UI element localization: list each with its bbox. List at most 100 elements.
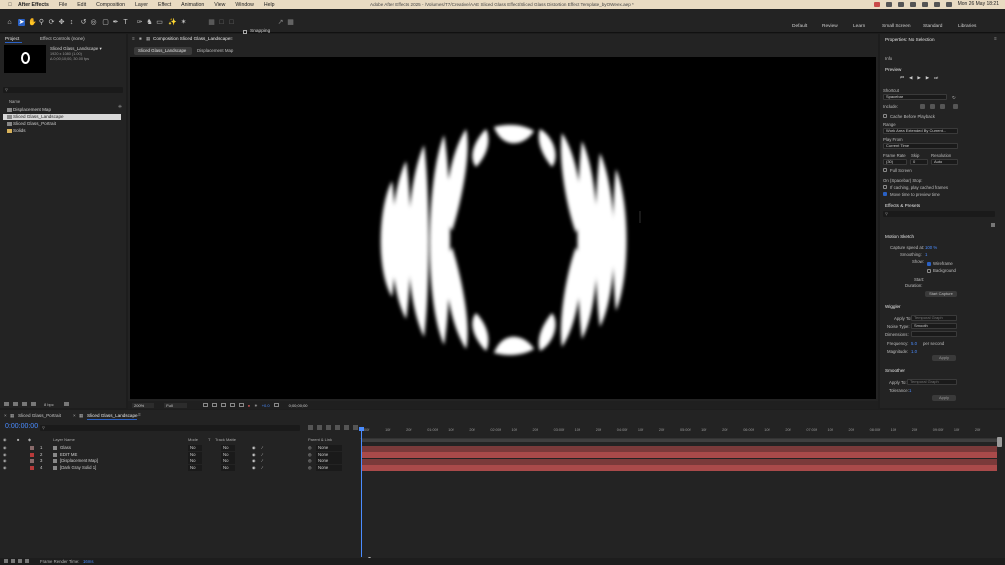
trash-icon[interactable]: [63, 402, 69, 406]
dimensions-dropdown[interactable]: [911, 331, 957, 337]
menu-layer[interactable]: Layer: [135, 2, 148, 8]
shy-switch-icon[interactable]: ◉: [252, 458, 256, 464]
layer-name[interactable]: EDIT ME: [60, 452, 77, 458]
track-matte-dropdown[interactable]: No: [221, 445, 235, 451]
workspace-standard[interactable]: Standard: [923, 24, 942, 29]
interpret-footage-icon[interactable]: [4, 402, 9, 406]
layer-name[interactable]: [Displacement Map]: [60, 458, 98, 464]
status-icon[interactable]: [11, 559, 15, 563]
smoother-header[interactable]: Smoother: [885, 368, 905, 373]
motion-blur-icon[interactable]: [344, 425, 349, 430]
channel-icon[interactable]: [238, 403, 244, 407]
axis-icon[interactable]: □: [218, 19, 225, 26]
cloud-icon[interactable]: [885, 1, 892, 7]
guide-options-icon[interactable]: [229, 403, 235, 407]
lock-column-icon[interactable]: ■: [17, 437, 19, 442]
tab-effect-controls[interactable]: Effect Controls (none): [40, 36, 85, 41]
menu-file[interactable]: File: [59, 2, 67, 8]
workspace-learn[interactable]: Learn: [853, 24, 865, 29]
project-item[interactable]: Solids: [3, 128, 121, 134]
parent-dropdown[interactable]: None: [316, 458, 343, 464]
smoother-apply-button[interactable]: Apply: [932, 395, 956, 401]
dolly-tool-icon[interactable]: ↕: [68, 19, 75, 26]
control-center-icon[interactable]: [945, 1, 952, 7]
effects-presets-header[interactable]: Effects & Presets: [885, 203, 920, 208]
play-icon[interactable]: ▶: [917, 75, 920, 81]
first-frame-icon[interactable]: ⏮: [900, 75, 904, 81]
skip-dropdown[interactable]: 0: [910, 159, 928, 165]
world-axis-icon[interactable]: □: [228, 19, 235, 26]
type-tool-icon[interactable]: T: [122, 19, 129, 26]
timeline-tab-landscape[interactable]: Sliced Glass_Landscape: [87, 413, 138, 418]
capture-speed-value[interactable]: 100 %: [925, 245, 937, 250]
status-icon[interactable]: [4, 559, 8, 563]
menu-window[interactable]: Window: [235, 2, 253, 8]
record-icon[interactable]: [873, 1, 880, 7]
track-matte-dropdown[interactable]: No: [221, 464, 235, 471]
visibility-eye-icon[interactable]: ◉: [3, 458, 7, 464]
shy-switch-icon[interactable]: ◉: [252, 465, 256, 471]
smoothing-value[interactable]: 1: [925, 252, 927, 257]
lock-icon[interactable]: ■: [139, 36, 142, 41]
wiggler-header[interactable]: Wiggler: [885, 304, 901, 309]
clone-stamp-tool-icon[interactable]: ♞: [146, 19, 153, 26]
brush-tool-icon[interactable]: ✑: [136, 19, 143, 26]
menu-composition[interactable]: Composition: [96, 2, 125, 8]
menu-effect[interactable]: Effect: [158, 2, 171, 8]
work-area-end-handle[interactable]: [997, 437, 1002, 447]
pickwhip-icon[interactable]: ◎: [308, 465, 312, 471]
range-dropdown[interactable]: Work Area Extended By Current...: [883, 128, 958, 134]
smoother-apply-to-dropdown[interactable]: Temporal Graph: [907, 379, 957, 385]
composition-canvas[interactable]: [130, 57, 876, 399]
puppet-tool-icon[interactable]: ✶: [180, 19, 187, 26]
search-icon[interactable]: [933, 1, 940, 7]
shortcut-dropdown[interactable]: Spacebar: [883, 94, 947, 100]
selection-tool-icon[interactable]: ➤: [18, 19, 25, 26]
preview-header[interactable]: Preview: [885, 67, 901, 72]
previous-frame-icon[interactable]: ◀: [909, 75, 912, 81]
viewer-panel-menu-icon[interactable]: ≡: [230, 36, 233, 41]
wiggler-apply-button[interactable]: Apply: [932, 355, 956, 361]
start-capture-button[interactable]: Start Capture: [925, 291, 957, 297]
play-from-dropdown[interactable]: Current Time: [883, 143, 958, 149]
cache-before-playback-checkbox[interactable]: [883, 114, 887, 118]
fx-switch-icon[interactable]: ∕: [262, 458, 263, 464]
label-color-swatch[interactable]: [30, 452, 34, 457]
timeline-search-input[interactable]: ⚲: [40, 425, 300, 431]
magnification-dropdown[interactable]: 200%: [132, 402, 155, 408]
layer-name[interactable]: [Dark Gray Solid 1]: [60, 465, 96, 471]
info-tab[interactable]: Info: [885, 56, 892, 61]
bit-depth-button[interactable]: 8 bpc: [44, 402, 54, 407]
display-icon[interactable]: [897, 1, 904, 7]
include-audio-icon[interactable]: [930, 104, 935, 109]
label-color-swatch[interactable]: [30, 465, 34, 470]
layer-row[interactable]: ◉ 3 [Displacement Map] No No ◉ ∕ ◎ None: [0, 458, 360, 464]
fx-switch-icon[interactable]: ∕: [262, 465, 263, 471]
new-folder-icon[interactable]: [13, 402, 18, 406]
frame-blending-icon[interactable]: [335, 425, 340, 430]
layer-name-header[interactable]: Layer Name: [53, 437, 75, 442]
color-management-icon[interactable]: ●: [248, 403, 250, 408]
effects-search-input[interactable]: ⚲: [883, 211, 995, 217]
layer-mode-dropdown[interactable]: No: [188, 464, 202, 471]
mask-visibility-icon[interactable]: [220, 403, 226, 407]
menu-edit[interactable]: Edit: [77, 2, 86, 8]
snap-grid-icon[interactable]: ▦: [287, 19, 294, 26]
panel-menu-icon[interactable]: ≡: [994, 36, 997, 41]
motion-sketch-header[interactable]: Motion Sketch: [885, 234, 914, 239]
layer-mode-dropdown[interactable]: No: [188, 458, 202, 464]
region-of-interest-icon[interactable]: [202, 403, 208, 407]
current-time-display[interactable]: 0:00:00:00: [5, 423, 38, 430]
layer-mode-dropdown[interactable]: No: [188, 451, 202, 458]
workspace-libraries[interactable]: Libraries: [958, 24, 976, 29]
transparency-grid-icon[interactable]: [211, 403, 217, 407]
layer-duration-bar[interactable]: [362, 458, 997, 465]
viewer-tab-displacement[interactable]: Displacement Map: [197, 48, 233, 53]
status-icon[interactable]: [18, 559, 22, 563]
timeline-menu-icon[interactable]: ≡: [138, 412, 141, 417]
pan-tool-icon[interactable]: ✥: [58, 19, 65, 26]
project-search-input[interactable]: ⚲: [3, 87, 123, 93]
track-matte-dropdown[interactable]: No: [221, 451, 235, 458]
track-matte-header[interactable]: Track Matte: [215, 437, 236, 442]
track-matte-dropdown[interactable]: No: [221, 458, 235, 464]
